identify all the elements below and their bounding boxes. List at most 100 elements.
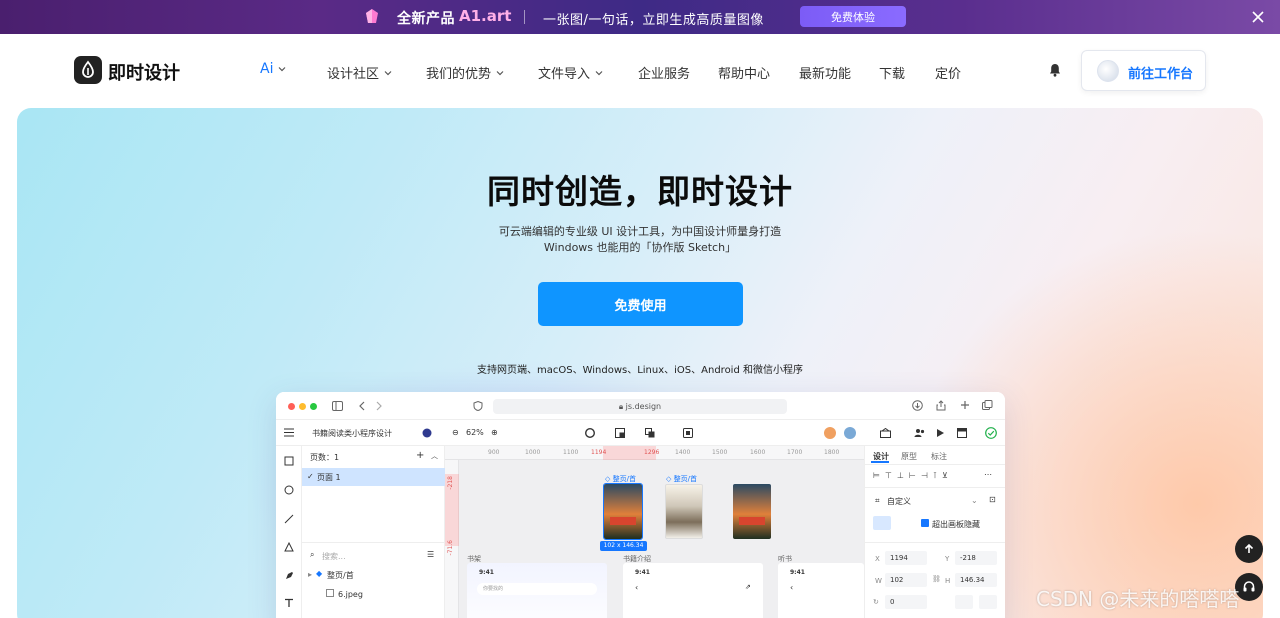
ruler-tick: 1100: [563, 449, 579, 456]
share-people-icon[interactable]: [914, 428, 925, 438]
ruler-tick: 1400: [675, 449, 691, 456]
workbench-button[interactable]: 前往工作台: [1081, 50, 1206, 91]
width-input[interactable]: 102: [885, 573, 927, 587]
forward-icon: [376, 401, 382, 411]
ruler-tick: 1700: [787, 449, 803, 456]
clip-checkbox[interactable]: [921, 519, 929, 527]
nav-item-download[interactable]: 下载: [879, 63, 905, 82]
mask-icon[interactable]: [615, 428, 625, 438]
shield-icon: [473, 401, 483, 411]
flip-vertical-button[interactable]: [979, 595, 997, 609]
poster-thumbnail[interactable]: [665, 484, 703, 539]
collaborator-avatar: [824, 427, 836, 439]
file-name[interactable]: 书籍阅读类小程序设计: [312, 428, 392, 439]
zoom-out-icon[interactable]: ⊖: [452, 428, 459, 437]
banner-divider: [524, 10, 525, 24]
platform-support-text: 支持网页端、macOS、Windows、Linux、iOS、Android 和微…: [476, 365, 803, 376]
caret-icon[interactable]: ▸: [308, 570, 312, 579]
phone-frame[interactable]: 9:41 ‹ ⇗: [623, 563, 763, 618]
lock-ratio-icon[interactable]: ⛓︎: [932, 575, 941, 583]
ruler-tick: -218: [447, 476, 454, 490]
tab-annotation[interactable]: 标注: [931, 451, 947, 462]
landscape-toggle[interactable]: [894, 516, 912, 530]
portrait-toggle[interactable]: [873, 516, 891, 530]
poster-thumbnail[interactable]: [603, 483, 643, 540]
poster-thumbnail[interactable]: [733, 484, 771, 539]
filter-icon[interactable]: ☰: [427, 550, 434, 559]
frame-label: ◇ 整页/首: [605, 475, 636, 483]
address-bar: 🔒︎ js.design: [493, 399, 787, 414]
image-layer-icon: [326, 589, 334, 597]
app-preview: 🔒︎ js.design 书籍阅读类小程序设计 ⊖ 62% ⊕ 页数：1 + ︿…: [276, 392, 1005, 618]
x-input[interactable]: 1194: [885, 551, 927, 565]
frame-tool-icon[interactable]: [284, 456, 294, 466]
x-label: X: [875, 555, 880, 563]
menu-icon[interactable]: [284, 428, 294, 437]
ellipse-tool-icon[interactable]: [284, 485, 294, 495]
collapse-icon[interactable]: ︿: [431, 451, 438, 461]
component-icon[interactable]: [585, 428, 595, 438]
pen-tool-icon[interactable]: [284, 571, 294, 581]
logo-icon[interactable]: [74, 56, 102, 84]
frame-preset-select[interactable]: 自定义: [887, 496, 911, 507]
resize-icon[interactable]: ⊡: [989, 495, 996, 504]
flip-horizontal-button[interactable]: [955, 595, 973, 609]
logo-text[interactable]: 即时设计: [108, 59, 180, 85]
bell-icon[interactable]: [1047, 62, 1063, 78]
nav-item-enterprise[interactable]: 企业服务: [638, 63, 690, 82]
nav-item-community[interactable]: 设计社区: [327, 63, 393, 82]
top-nav: 即时设计 Ai 设计社区 我们的优势 文件导入 企业服务 帮助中心 最新功能 下…: [0, 34, 1280, 108]
boolean-icon[interactable]: [645, 428, 655, 438]
layer-image-label[interactable]: 6.jpeg: [338, 590, 363, 599]
phone-frame[interactable]: 9:41 ‹: [778, 563, 864, 618]
library-icon[interactable]: [880, 428, 891, 438]
w-label: W: [875, 577, 882, 585]
nav-item-whats-new[interactable]: 最新功能: [799, 63, 851, 82]
triangle-tool-icon[interactable]: [284, 542, 294, 552]
back-to-top-button[interactable]: [1235, 535, 1263, 563]
zoom-in-icon[interactable]: ⊕: [491, 428, 498, 437]
team-icon[interactable]: [422, 428, 433, 438]
ruler-tick: 1194: [591, 449, 607, 456]
divider: [865, 464, 1005, 465]
tab-prototype[interactable]: 原型: [901, 451, 917, 462]
nav-item-import[interactable]: 文件导入: [538, 63, 604, 82]
zoom-level[interactable]: 62%: [466, 428, 484, 437]
text-tool-icon[interactable]: [284, 598, 294, 608]
chevron-down-icon: [279, 67, 286, 72]
design-canvas[interactable]: 900 1000 1100 1194 1296 1400 1500 1600 1…: [445, 446, 864, 618]
add-page-icon[interactable]: +: [416, 450, 424, 461]
close-icon[interactable]: [1250, 9, 1266, 25]
status-time: 9:41: [635, 569, 650, 576]
nav-item-advantages[interactable]: 我们的优势: [426, 63, 505, 82]
vertical-ruler: -218 -71.6: [445, 460, 459, 618]
phone-frame[interactable]: 9:41 你要找的: [467, 563, 607, 618]
line-tool-icon[interactable]: [284, 514, 294, 524]
layer-group-label[interactable]: 整页/首: [327, 570, 354, 581]
export-icon[interactable]: [957, 428, 967, 438]
poster-title-block: [739, 517, 765, 525]
rotation-input[interactable]: 0: [885, 595, 927, 609]
align-toolbar[interactable]: ⊨⊤⊥⊢⊣⊺⊻: [873, 471, 953, 480]
play-icon[interactable]: [936, 428, 945, 438]
height-input[interactable]: 146.34: [955, 573, 997, 587]
y-input[interactable]: -218: [955, 551, 997, 565]
gem-icon: [366, 9, 378, 23]
banner-brand[interactable]: A1.art: [459, 7, 511, 25]
divider: [865, 487, 1005, 488]
search-icon: ⌕: [310, 550, 315, 559]
check-circle-icon: [985, 427, 997, 439]
layer-search-input[interactable]: 搜索...: [322, 551, 346, 562]
url-text: js.design: [625, 402, 662, 411]
nav-item-pricing[interactable]: 定价: [935, 63, 961, 82]
nav-item-help[interactable]: 帮助中心: [718, 63, 770, 82]
nav-item-label: 我们的优势: [426, 67, 492, 82]
banner-try-button[interactable]: 免费体验: [800, 6, 906, 27]
headset-icon: [1243, 581, 1255, 592]
nav-item-ai[interactable]: Ai: [260, 61, 287, 77]
more-icon[interactable]: ⋯: [984, 470, 992, 479]
page-item[interactable]: ✓ 页面 1: [302, 468, 445, 486]
ruler-tick: 1600: [750, 449, 766, 456]
free-use-button[interactable]: 免费使用: [538, 282, 743, 326]
frame-icon[interactable]: [683, 428, 693, 438]
